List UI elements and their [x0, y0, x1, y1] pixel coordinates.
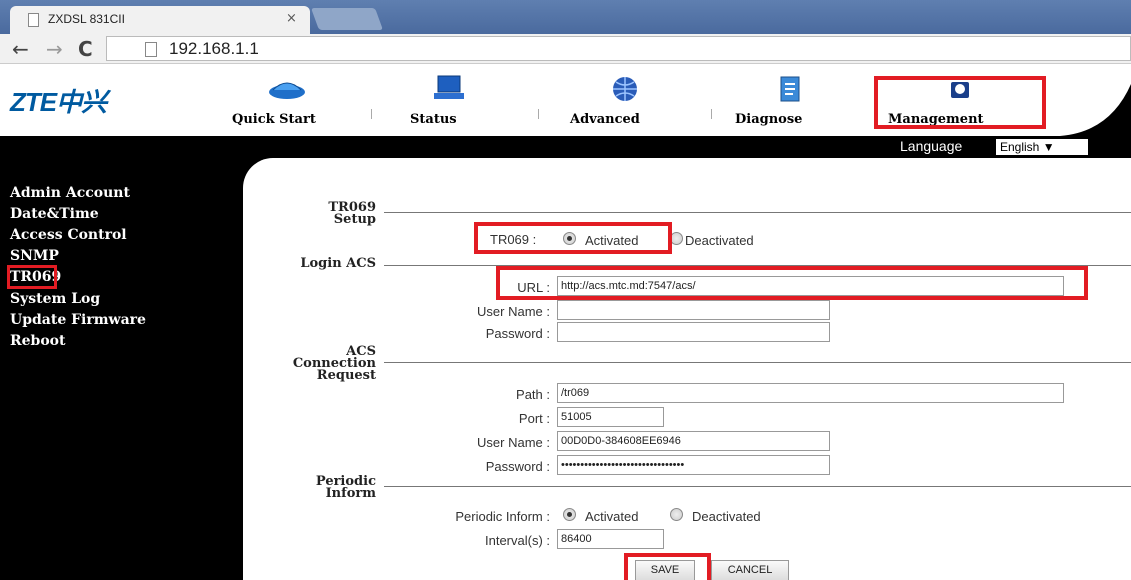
sidebar-item-admin-account[interactable]: Admin Account — [10, 185, 130, 201]
nav-separator — [371, 109, 372, 119]
main-content — [243, 158, 1131, 580]
conn-username-field[interactable]: 00D0D0-384608EE6946 — [557, 431, 830, 451]
acs-username-field[interactable] — [557, 300, 830, 320]
interval-label: Interval(s) : — [484, 533, 550, 548]
sidebar-item-update-firmware[interactable]: Update Firmware — [10, 312, 146, 328]
reload-icon[interactable]: C — [78, 37, 93, 61]
username-label: User Name : — [477, 304, 550, 319]
sidebar-item-date-time[interactable]: Date&Time — [10, 206, 99, 222]
zte-logo: ZTE中兴 — [10, 87, 107, 117]
sidebar-item-snmp[interactable]: SNMP — [10, 248, 59, 264]
globe-icon — [613, 77, 637, 101]
periodic-deactivated-radio[interactable] — [670, 508, 683, 521]
nav-diagnose[interactable]: Diagnose — [735, 74, 845, 127]
conn-password-label: Password : — [485, 459, 550, 474]
language-select[interactable]: English ▼ — [996, 139, 1088, 155]
tr069-deactivated-label: Deactivated — [685, 233, 754, 248]
forward-icon[interactable]: → — [46, 37, 63, 61]
section-title-periodic-inform: Periodic Inform — [315, 474, 376, 501]
page-icon — [28, 13, 39, 27]
laptop-icon — [434, 75, 464, 99]
quick-start-icon — [269, 82, 305, 99]
conn-username-label: User Name : — [477, 435, 550, 450]
periodic-deactivated-label: Deactivated — [692, 509, 761, 524]
back-icon[interactable]: ← — [12, 37, 29, 61]
periodic-activated-label: Activated — [585, 509, 639, 524]
conn-port-field[interactable]: 51005 — [557, 407, 664, 427]
tr069-sidebar-highlight — [7, 265, 57, 289]
password-label: Password : — [485, 326, 550, 341]
sidebar-item-access-control[interactable]: Access Control — [10, 227, 127, 243]
sidebar-item-reboot[interactable]: Reboot — [10, 333, 65, 349]
path-label: Path : — [516, 387, 550, 402]
close-icon[interactable]: × — [286, 11, 297, 26]
conn-path-field[interactable]: /tr069 — [557, 383, 1064, 403]
section-title-acs-connection-request: ACS Connection Request — [292, 344, 376, 383]
save-highlight — [624, 553, 711, 580]
tr069-highlight — [474, 222, 672, 254]
language-bar: Language English ▼ — [0, 136, 1131, 158]
section-divider — [384, 212, 1131, 213]
nav-separator — [538, 109, 539, 119]
nav-advanced[interactable]: Advanced — [570, 74, 680, 127]
section-title-tr069-setup: TR069 Setup — [328, 200, 376, 227]
section-divider — [384, 362, 1131, 363]
section-title-login-acs: Login ACS — [300, 256, 376, 271]
browser-tab[interactable]: ZXDSL 831CII × — [10, 6, 310, 34]
nav-quick-start[interactable]: Quick Start — [232, 74, 342, 127]
language-label: Language — [900, 138, 963, 154]
url-text: 192.168.1.1 — [169, 39, 259, 58]
nav-status[interactable]: Status — [410, 74, 490, 127]
conn-password-field[interactable]: •••••••••••••••••••••••••••••••• — [557, 455, 830, 475]
interval-field[interactable]: 86400 — [557, 529, 664, 549]
page-icon — [145, 42, 157, 57]
cancel-button[interactable]: CANCEL — [711, 560, 789, 580]
periodic-activated-radio[interactable] — [563, 508, 576, 521]
periodic-inform-label: Periodic Inform : — [455, 509, 550, 524]
header-curve — [1060, 84, 1131, 136]
clipboard-icon — [780, 76, 800, 102]
browser-tab-bar: ZXDSL 831CII × — [0, 0, 1131, 34]
tab-title: ZXDSL 831CII — [48, 12, 125, 26]
nav-separator — [711, 109, 712, 119]
port-label: Port : — [518, 411, 550, 426]
sidebar-item-system-log[interactable]: System Log — [10, 291, 100, 307]
browser-toolbar: ← → C 192.168.1.1 — [0, 34, 1131, 64]
url-highlight — [496, 266, 1088, 300]
acs-password-field[interactable] — [557, 322, 830, 342]
address-bar[interactable]: 192.168.1.1 — [106, 36, 1131, 61]
sidebar: Admin Account Date&Time Access Control S… — [0, 158, 243, 580]
new-tab-button[interactable] — [310, 8, 384, 30]
section-divider — [384, 486, 1131, 487]
